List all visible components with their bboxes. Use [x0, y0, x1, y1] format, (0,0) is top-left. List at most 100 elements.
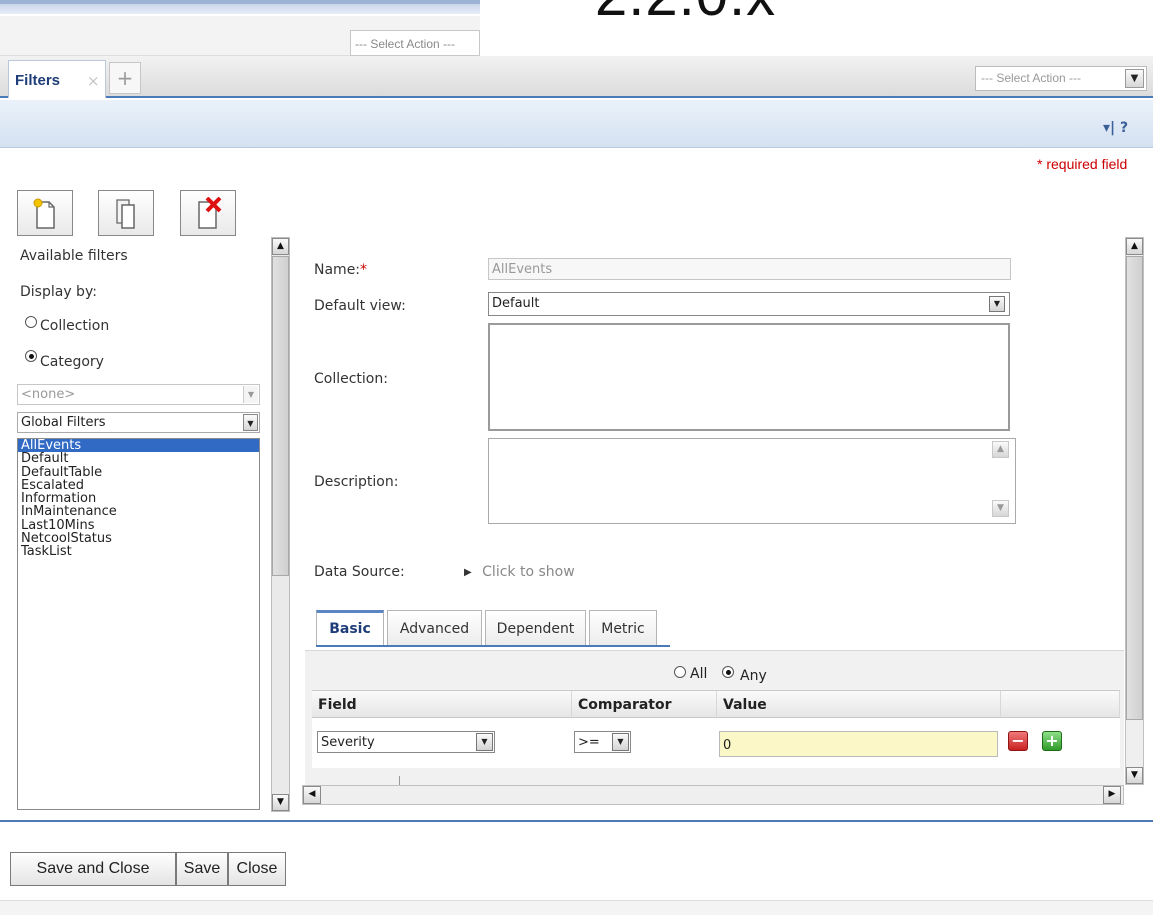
copy-filter-button[interactable] [98, 190, 154, 236]
tab-metric[interactable]: Metric [589, 610, 657, 645]
list-item[interactable]: Default [18, 452, 259, 466]
tab-basic[interactable]: Basic [316, 610, 384, 645]
add-row-button[interactable]: + [1042, 731, 1062, 751]
comparator-select-value: >= [578, 735, 600, 750]
collection-combo[interactable]: <none> ▼ [17, 384, 260, 405]
scroll-down-icon[interactable]: ▼ [992, 500, 1009, 517]
scroll-up-icon[interactable]: ▲ [1126, 238, 1143, 255]
save-button[interactable]: Save [176, 852, 228, 886]
scroll-right-icon[interactable]: ▶ [1103, 786, 1121, 804]
form-horizontal-scrollbar[interactable]: ◀ ▶ [302, 785, 1124, 805]
left-panel-scrollbar[interactable]: ▲ ▼ [271, 237, 290, 812]
footer-strip [0, 900, 1153, 915]
save-and-close-button[interactable]: Save and Close [10, 852, 176, 886]
list-item[interactable]: InMaintenance [18, 505, 259, 519]
list-item[interactable]: Last10Mins [18, 518, 259, 532]
column-header-field: Field [312, 690, 572, 718]
scroll-up-icon[interactable]: ▲ [992, 441, 1009, 458]
default-view-label: Default view: [314, 298, 406, 314]
data-source-link[interactable]: Click to show [482, 564, 575, 580]
chevron-down-icon: ▼ [612, 733, 629, 751]
new-filter-button[interactable] [17, 190, 73, 236]
category-combo[interactable]: Global Filters ▼ [17, 412, 260, 433]
delete-filter-icon [198, 197, 222, 229]
tab-dependent[interactable]: Dependent [485, 610, 586, 645]
list-item[interactable]: Information [18, 492, 259, 506]
data-source-label: Data Source: [314, 564, 405, 580]
top-banner-bar [0, 0, 480, 14]
select-action-dropdown[interactable]: --- Select Action --- ▼ [975, 66, 1147, 91]
radio-match-any[interactable] [722, 666, 734, 678]
close-button[interactable]: Close [228, 852, 286, 886]
list-item[interactable]: Escalated [18, 479, 259, 493]
tab-close-icon[interactable]: × [87, 72, 100, 90]
field-select[interactable]: Severity ▼ [317, 731, 495, 753]
chevron-down-icon: ▼ [1125, 69, 1144, 88]
description-field[interactable]: ▲ ▼ [488, 438, 1016, 524]
collection-label: Collection: [314, 371, 388, 387]
name-label: Name:* [314, 262, 367, 278]
chevron-down-icon: ▼ [243, 386, 258, 403]
default-view-select[interactable]: Default ▼ [488, 292, 1010, 316]
column-header-actions [1001, 690, 1120, 718]
default-view-value: Default [492, 296, 540, 311]
list-item[interactable]: TaskList [18, 545, 259, 559]
collection-list[interactable] [488, 323, 1010, 431]
required-field-note: * required field [1037, 156, 1128, 172]
category-combo-value: Global Filters [21, 415, 106, 430]
display-by-label: Display by: [20, 284, 97, 300]
data-source-toggle[interactable]: ▶ Click to show [464, 564, 575, 580]
value-field[interactable]: 0 [719, 731, 998, 757]
name-field[interactable]: AllEvents [488, 258, 1011, 280]
radio-match-all[interactable] [674, 666, 686, 678]
form-vertical-scrollbar[interactable]: ▲ ▼ [1125, 237, 1144, 785]
delete-filter-button[interactable] [180, 190, 236, 236]
description-label: Description: [314, 474, 399, 490]
column-header-comparator: Comparator [572, 690, 717, 718]
available-filters-label: Available filters [20, 248, 128, 264]
plus-icon: + [1045, 731, 1059, 750]
portlet-tools[interactable]: ▾| ? [1103, 120, 1128, 136]
name-label-text: Name: [314, 262, 361, 278]
add-tab-button[interactable]: + [109, 62, 141, 94]
chevron-down-icon: ▼ [243, 414, 258, 431]
tab-filters[interactable]: Filters × [8, 60, 106, 98]
filter-list[interactable]: AllEvents Default DefaultTable Escalated… [17, 438, 260, 810]
subtab-underline [316, 645, 670, 647]
tab-filters-label: Filters [15, 72, 61, 89]
match-any-label: Any [740, 668, 767, 684]
caret-right-icon: ▶ [464, 567, 472, 578]
scroll-down-icon[interactable]: ▼ [272, 794, 289, 811]
bottom-rule [0, 820, 1153, 822]
radio-category[interactable] [25, 350, 37, 362]
chevron-down-icon: ▼ [476, 733, 493, 751]
field-select-value: Severity [321, 735, 375, 750]
match-all-label: All [690, 666, 708, 682]
chevron-down-icon: ▼ [989, 296, 1005, 312]
grid-resize-handle[interactable] [312, 776, 400, 785]
radio-category-label: Category [40, 354, 104, 370]
required-star: * [360, 262, 368, 278]
column-header-value: Value [717, 690, 1001, 718]
radio-collection-label: Collection [40, 318, 110, 334]
scroll-thumb[interactable] [272, 256, 289, 576]
list-item[interactable]: DefaultTable [18, 465, 259, 479]
scroll-down-icon[interactable]: ▼ [1126, 767, 1143, 784]
select-action-text: --- Select Action --- [981, 71, 1082, 85]
radio-collection[interactable] [25, 316, 37, 328]
scroll-left-icon[interactable]: ◀ [303, 786, 321, 804]
new-filter-icon [33, 198, 55, 229]
list-item[interactable]: AllEvents [18, 439, 259, 452]
minus-icon: − [1011, 731, 1025, 750]
tab-advanced[interactable]: Advanced [387, 610, 482, 645]
list-item[interactable]: NetcoolStatus [18, 532, 259, 546]
portlet-header-band [0, 100, 1153, 148]
version-label: 2.2.0.x [595, 0, 776, 29]
remove-row-button[interactable]: − [1008, 731, 1028, 751]
collection-combo-value: <none> [21, 387, 76, 402]
copy-filter-icon [116, 199, 135, 229]
upper-select-action[interactable]: --- Select Action --- [350, 30, 480, 56]
scroll-up-icon[interactable]: ▲ [272, 238, 289, 255]
comparator-select[interactable]: >= ▼ [574, 731, 631, 753]
scroll-thumb[interactable] [1126, 256, 1143, 720]
